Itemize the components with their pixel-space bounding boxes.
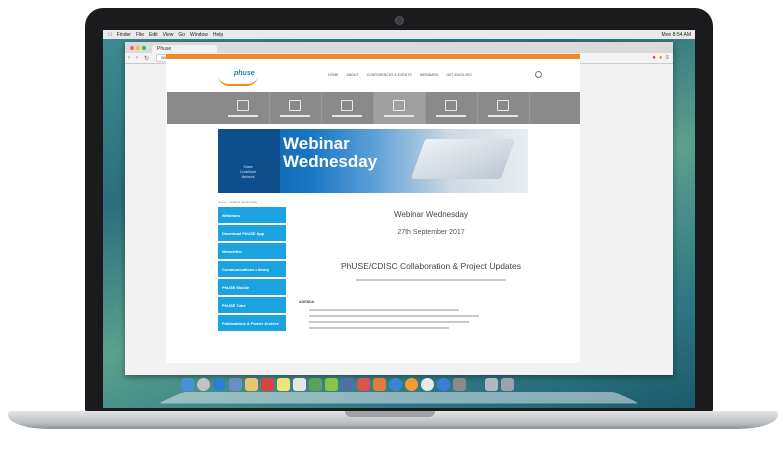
webinar-banner: Share Contribute Network Webinar Wednesd… (218, 129, 528, 193)
people-icon (237, 99, 249, 111)
banner-title-line2: Wednesday (283, 152, 378, 171)
camera (395, 16, 404, 25)
menu-window[interactable]: Window (190, 32, 208, 38)
calendar-icon[interactable] (261, 378, 274, 391)
search-icon[interactable] (535, 71, 542, 78)
extension-icon[interactable]: ● (652, 55, 656, 61)
itunes-icon[interactable] (373, 378, 386, 391)
extension-icon[interactable]: ● (659, 55, 663, 61)
banner-laptop-image (410, 139, 516, 179)
banner-title-line1: Webinar (283, 134, 350, 153)
sidebar-item-app[interactable]: Download PhUSE App (218, 225, 286, 243)
mac-dock (157, 375, 641, 405)
menu-finder[interactable]: Finder (117, 32, 131, 38)
agenda-item (309, 315, 479, 317)
page-title: Webinar Wednesday (394, 210, 468, 219)
agenda-item (309, 327, 449, 329)
nav-home[interactable]: HOME (328, 73, 339, 77)
downloads-icon[interactable] (485, 378, 498, 391)
section-tile[interactable] (322, 92, 374, 124)
lightbulb-icon (445, 99, 457, 111)
facetime-icon[interactable] (341, 378, 354, 391)
system-icon[interactable] (437, 378, 450, 391)
browser-tab-bar: Phuse (125, 42, 673, 53)
building-icon (289, 99, 301, 111)
logo-text: phuse (234, 70, 255, 77)
section-tile[interactable] (218, 92, 270, 124)
launchpad-icon[interactable] (197, 378, 210, 391)
webinar-subtitle: PhUSE/CDISC Collaboration & Project Upda… (341, 261, 521, 271)
close-window-icon[interactable] (130, 46, 134, 50)
photobooth-icon[interactable] (357, 378, 370, 391)
sidebar-item-newsletter[interactable]: Newsletter (218, 243, 286, 261)
appstore-icon[interactable] (389, 378, 402, 391)
agenda-label: AGENDA (299, 300, 315, 304)
sidebar-item-webinars[interactable]: Webinars (218, 207, 286, 225)
dock-shelf (157, 392, 641, 404)
safari-icon[interactable] (213, 378, 226, 391)
monitor-icon (393, 99, 405, 111)
laptop-notch (345, 411, 435, 417)
breadcrumb[interactable]: Home > Webinar Wednesday (218, 200, 257, 204)
forward-icon[interactable]: › (136, 55, 138, 61)
sidebar-item-mobile[interactable]: PhUSE Mobile (218, 279, 286, 297)
messages-icon[interactable] (325, 378, 338, 391)
menu-file[interactable]: File (136, 32, 144, 38)
nav-about[interactable]: ABOUT (347, 73, 359, 77)
section-tile[interactable] (478, 92, 530, 124)
minimize-window-icon[interactable] (136, 46, 140, 50)
maps-icon[interactable] (309, 378, 322, 391)
section-tile[interactable] (426, 92, 478, 124)
sidebar-item-comms-library[interactable]: Communications Library (218, 261, 286, 279)
back-icon[interactable]: ‹ (128, 55, 130, 61)
site-logo[interactable]: phuse (218, 67, 263, 87)
nav-webinars[interactable]: WEBINARS (420, 73, 439, 77)
reload-icon[interactable]: ↻ (144, 55, 149, 62)
mail-icon[interactable] (229, 378, 242, 391)
section-tile[interactable] (270, 92, 322, 124)
preferences-icon[interactable] (453, 378, 466, 391)
document-icon (497, 99, 509, 111)
extension-icons: ● ● ≡ (652, 55, 669, 61)
menu-icon[interactable]: ≡ (665, 55, 669, 61)
menu-help[interactable]: Help (213, 32, 223, 38)
webinar-date: 27th September 2017 (397, 229, 465, 236)
traffic-lights (130, 46, 146, 50)
banner-side-panel (218, 129, 280, 193)
trash-icon[interactable] (501, 378, 514, 391)
site-top-nav: HOME ABOUT CONFERENCES & EVENTS WEBINARS… (328, 73, 472, 77)
mac-menu-bar:  Finder File Edit View Go Window Help M… (103, 30, 695, 39)
browser-tab[interactable]: Phuse (152, 45, 217, 53)
chat-icon (341, 99, 353, 111)
laptop-screen:  Finder File Edit View Go Window Help M… (103, 30, 695, 408)
finder-icon[interactable] (181, 378, 194, 391)
reminders-icon[interactable] (293, 378, 306, 391)
section-icon-bar (167, 92, 580, 124)
agenda-item (309, 321, 469, 323)
chrome-icon[interactable] (421, 378, 434, 391)
dock-icons (181, 378, 514, 391)
menu-go[interactable]: Go (178, 32, 185, 38)
menu-edit[interactable]: Edit (149, 32, 158, 38)
ibooks-icon[interactable] (405, 378, 418, 391)
banner-side-text: Share Contribute Network (240, 165, 257, 179)
webinar-note (296, 279, 566, 281)
notes-icon[interactable] (277, 378, 290, 391)
nav-get-involved[interactable]: GET INVOLVED (446, 73, 472, 77)
sidebar-item-publications[interactable]: Publications & Poster Archive (218, 315, 286, 333)
section-tile[interactable] (373, 92, 426, 124)
sidebar-item-tube[interactable]: PhUSE Tube (218, 297, 286, 315)
web-page: phuse HOME ABOUT CONFERENCES & EVENTS WE… (166, 59, 580, 363)
contacts-icon[interactable] (245, 378, 258, 391)
apple-icon[interactable]:  (108, 32, 112, 38)
zoom-window-icon[interactable] (142, 46, 146, 50)
menu-view[interactable]: View (163, 32, 174, 38)
sidebar-menu: Webinars Download PhUSE App Newsletter C… (218, 207, 286, 333)
agenda-item (309, 309, 459, 311)
menubar-clock[interactable]: Mon 8:54 AM (662, 32, 691, 38)
nav-conferences[interactable]: CONFERENCES & EVENTS (367, 73, 412, 77)
